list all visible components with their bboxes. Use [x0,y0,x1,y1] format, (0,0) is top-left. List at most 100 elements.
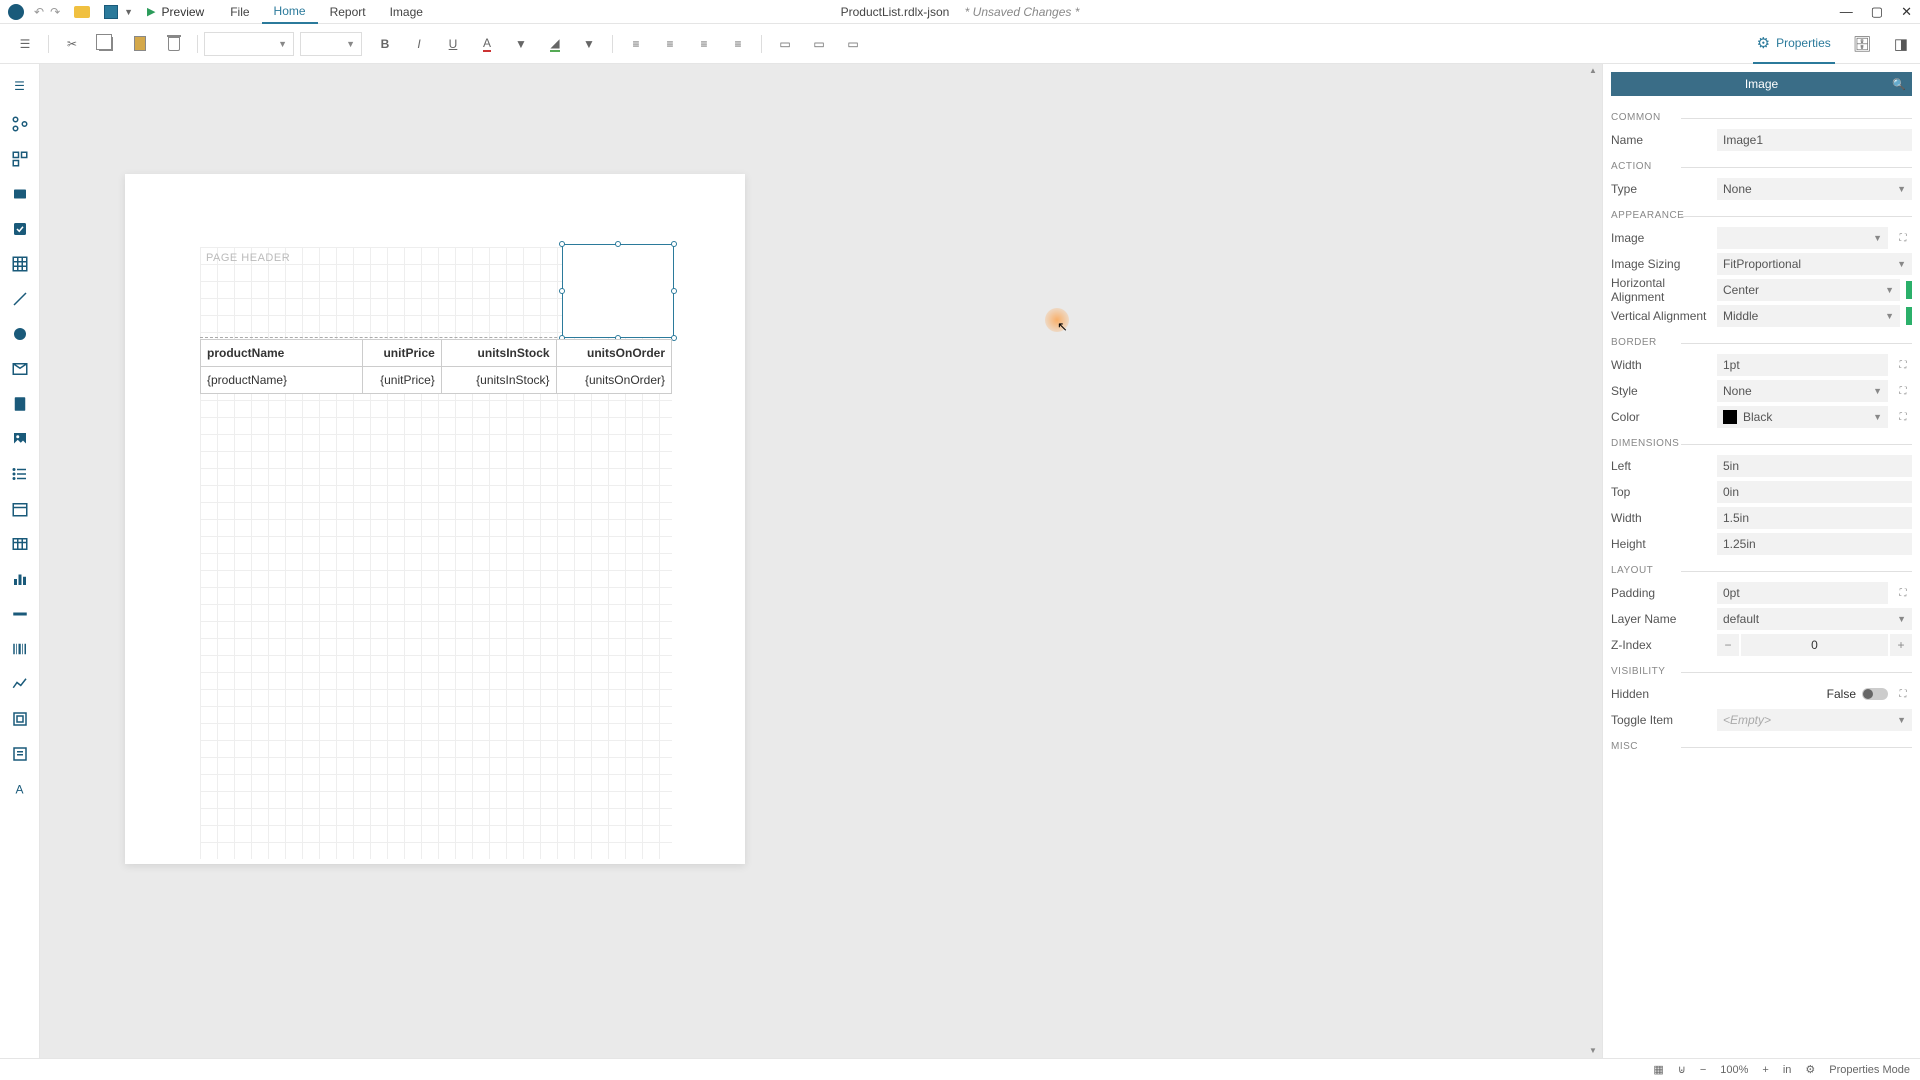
unit-label[interactable]: in [1783,1064,1792,1076]
bold-button[interactable]: B [371,30,399,58]
tool-line-button[interactable] [4,283,36,315]
prop-toggle-select[interactable]: <Empty>▼ [1717,709,1912,731]
prop-padding-input[interactable]: 0pt [1717,582,1888,604]
prop-layer-select[interactable]: default▼ [1717,608,1912,630]
font-color-dropdown[interactable]: ▼ [507,30,535,58]
tool-grid-button[interactable] [4,248,36,280]
prop-dheight-input[interactable]: 1.25in [1717,533,1912,555]
prop-name-input[interactable]: Image1 [1717,129,1912,151]
table-cell[interactable]: {productName} [201,367,363,394]
mode-gear-icon[interactable]: ⚙ [1805,1063,1815,1076]
tool-table-button[interactable] [4,528,36,560]
hamburger-button[interactable]: ☰ [11,30,39,58]
tool-checkbox-button[interactable] [4,213,36,245]
grid-toggle-button[interactable]: ▦ [1653,1063,1663,1076]
table-header-cell[interactable]: unitsInStock [441,340,556,367]
resize-handle-tl[interactable] [559,241,565,247]
tool-textbox-button[interactable] [4,178,36,210]
save-dropdown[interactable]: ▼ [124,7,133,17]
table-cell[interactable]: {unitsOnOrder} [556,367,671,394]
toggle-panel-button[interactable]: ◨ [1890,25,1912,63]
font-color-button[interactable]: A [473,30,501,58]
preview-play-icon[interactable]: ▶ [147,5,155,18]
prop-left-input[interactable]: 5in [1717,455,1912,477]
preview-button[interactable]: Preview [162,5,205,19]
tool-barcode-button[interactable] [4,633,36,665]
prop-type-select[interactable]: None▼ [1717,178,1912,200]
resize-handle-mr[interactable] [671,288,677,294]
prop-bwidth-input[interactable]: 1pt [1717,354,1888,376]
mode-label[interactable]: Properties Mode [1829,1064,1910,1076]
prop-hidden-expand[interactable]: ⛶ [1894,685,1912,703]
copy-button[interactable] [92,30,120,58]
zoom-in-button[interactable]: + [1762,1064,1768,1076]
sidebar-menu-button[interactable]: ☰ [4,70,36,102]
prop-top-input[interactable]: 0in [1717,481,1912,503]
zindex-increment[interactable]: + [1890,634,1912,656]
snap-toggle-button[interactable]: ⊍ [1678,1063,1686,1076]
scroll-up-icon[interactable]: ▲ [1588,66,1598,76]
tool-image-button[interactable] [4,423,36,455]
design-canvas[interactable]: PAGE HEADER productName unitPrice unitsI… [40,64,1602,1058]
table-cell[interactable]: {unitPrice} [363,367,442,394]
tool-sparkline-button[interactable] [4,668,36,700]
prop-bcolor-expand[interactable]: ⛶ [1894,408,1912,426]
zindex-decrement[interactable]: − [1717,634,1739,656]
hidden-toggle[interactable] [1862,688,1888,700]
selected-image-item[interactable] [562,244,674,338]
valign-bottom-button[interactable]: ▭ [839,30,867,58]
fill-color-dropdown[interactable]: ▼ [575,30,603,58]
canvas-scrollbar[interactable]: ▲ ▼ [1588,64,1600,1058]
align-justify-button[interactable]: ≡ [724,30,752,58]
close-button[interactable]: ✕ [1901,4,1912,20]
font-family-combo[interactable]: ▼ [204,32,294,56]
undo-button[interactable]: ↶ [34,5,44,19]
align-right-button[interactable]: ≡ [690,30,718,58]
resize-handle-ml[interactable] [559,288,565,294]
tool-calendar-button[interactable] [4,493,36,525]
underline-button[interactable]: U [439,30,467,58]
redo-button[interactable]: ↷ [50,5,60,19]
properties-search-button[interactable]: 🔍 [1892,78,1906,91]
save-button[interactable] [104,5,118,19]
prop-valign-select[interactable]: Middle▼ [1717,305,1900,327]
tool-layout-button[interactable] [4,143,36,175]
delete-button[interactable] [160,30,188,58]
scroll-down-icon[interactable]: ▼ [1588,1046,1598,1056]
prop-image-select[interactable]: ▼ [1717,227,1888,249]
cut-button[interactable] [58,30,86,58]
prop-bwidth-expand[interactable]: ⛶ [1894,356,1912,374]
zindex-value[interactable]: 0 [1741,634,1888,656]
data-tab[interactable]: 🗄 [1849,25,1876,63]
align-center-button[interactable]: ≡ [656,30,684,58]
valign-middle-button[interactable]: ▭ [805,30,833,58]
table-header-cell[interactable]: unitPrice [363,340,442,367]
maximize-button[interactable]: ▢ [1871,4,1883,20]
prop-bcolor-select[interactable]: Black▼ [1717,406,1888,428]
tool-bullet-button[interactable] [4,598,36,630]
minimize-button[interactable]: — [1840,4,1853,20]
zoom-out-button[interactable]: − [1700,1064,1706,1076]
prop-image-expand[interactable]: ⛶ [1894,229,1912,247]
resize-handle-tr[interactable] [671,241,677,247]
italic-button[interactable]: I [405,30,433,58]
tool-container-button[interactable] [4,353,36,385]
table-header-row[interactable]: productName unitPrice unitsInStock units… [201,340,672,367]
properties-tab[interactable]: ⚙ Properties [1753,24,1835,64]
tool-shape-button[interactable] [4,318,36,350]
tool-subreport-button[interactable] [4,703,36,735]
tool-list-button[interactable] [4,458,36,490]
menu-file[interactable]: File [218,1,261,23]
table-detail-row[interactable]: {productName} {unitPrice} {unitsInStock}… [201,367,672,394]
font-size-combo[interactable]: ▼ [300,32,362,56]
tool-group-button[interactable] [4,108,36,140]
prop-padding-expand[interactable]: ⛶ [1894,584,1912,602]
tool-report-button[interactable] [4,388,36,420]
prop-halign-select[interactable]: Center▼ [1717,279,1900,301]
valign-top-button[interactable]: ▭ [771,30,799,58]
resize-handle-tm[interactable] [615,241,621,247]
align-left-button[interactable]: ≡ [622,30,650,58]
table-header-cell[interactable]: unitsOnOrder [556,340,671,367]
paste-button[interactable] [126,30,154,58]
tool-font-button[interactable]: A [4,773,36,805]
